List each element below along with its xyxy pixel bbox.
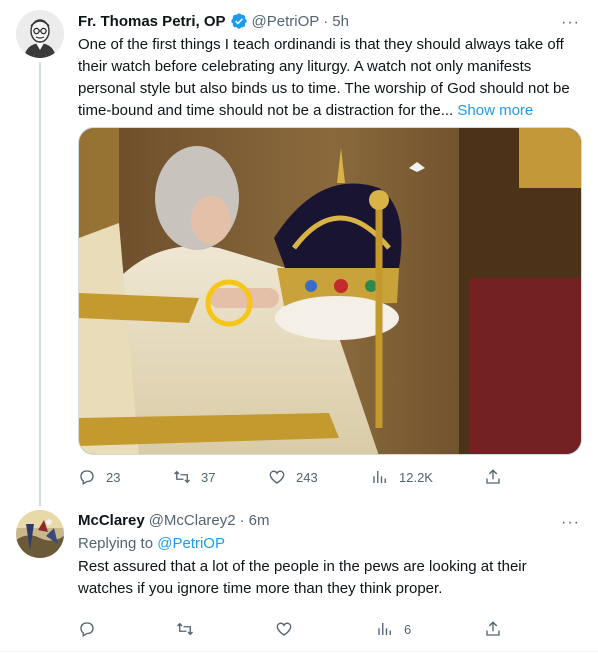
like-icon (276, 622, 292, 636)
reply-button[interactable]: 23 (78, 468, 120, 486)
like-icon (269, 470, 285, 484)
share-button[interactable] (484, 468, 502, 486)
views-button[interactable]: 12.2K (371, 468, 433, 486)
share-button[interactable] (484, 620, 502, 638)
tweet-actions: 23 37 243 12.2K (78, 468, 508, 490)
reply-author-handle[interactable]: @McClarey2 (149, 512, 236, 529)
avatar[interactable] (16, 10, 64, 58)
reply-text: Rest assured that a lot of the people in… (78, 558, 527, 597)
reply-icon (80, 622, 94, 637)
author-handle[interactable]: @PetriOP (252, 13, 320, 30)
reply-author-name[interactable]: McClarey (78, 512, 145, 529)
views-button[interactable]: 6 (376, 620, 411, 638)
thread-connector-line (39, 62, 41, 506)
reply-count: 23 (106, 469, 121, 485)
retweet-button[interactable]: 37 (173, 468, 215, 486)
views-icon (373, 471, 386, 483)
more-icon[interactable]: ··· (561, 515, 580, 531)
reply-actions: 6 (78, 620, 508, 642)
show-more-link[interactable]: Show more (457, 102, 533, 119)
tweet-header: Fr. Thomas Petri, OP @PetriOP · 5h (78, 12, 349, 30)
avatar[interactable] (16, 510, 64, 558)
timestamp[interactable]: 5h (332, 13, 349, 30)
retweet-icon (174, 470, 190, 484)
retweet-button[interactable] (176, 620, 204, 638)
more-icon[interactable]: ··· (561, 15, 580, 31)
reply-timestamp[interactable]: 6m (249, 512, 270, 529)
reply-button[interactable] (78, 620, 106, 638)
views-count: 12.2K (399, 469, 433, 485)
views-icon (378, 623, 391, 635)
tweet-image[interactable] (78, 127, 582, 455)
replying-to: Replying to @PetriOP (78, 535, 225, 552)
reply-header: McClarey @McClarey2 · 6m (78, 512, 269, 529)
like-button[interactable]: 243 (268, 468, 318, 486)
divider (0, 651, 598, 652)
retweet-icon (177, 622, 193, 636)
share-icon (486, 621, 500, 636)
replying-to-label: Replying to (78, 535, 154, 552)
author-name[interactable]: Fr. Thomas Petri, OP (78, 13, 226, 30)
verified-badge-icon (230, 12, 248, 30)
retweet-count: 37 (201, 469, 216, 485)
separator-dot: · (323, 12, 329, 30)
reply-icon (80, 470, 94, 485)
like-button[interactable] (275, 620, 303, 638)
views-count: 6 (404, 621, 412, 637)
separator-dot: · (239, 512, 245, 529)
tweet-text: One of the first things I teach ordinand… (78, 34, 578, 122)
replying-to-handle[interactable]: @PetriOP (157, 535, 225, 552)
share-icon (486, 469, 500, 484)
like-count: 243 (296, 469, 318, 485)
